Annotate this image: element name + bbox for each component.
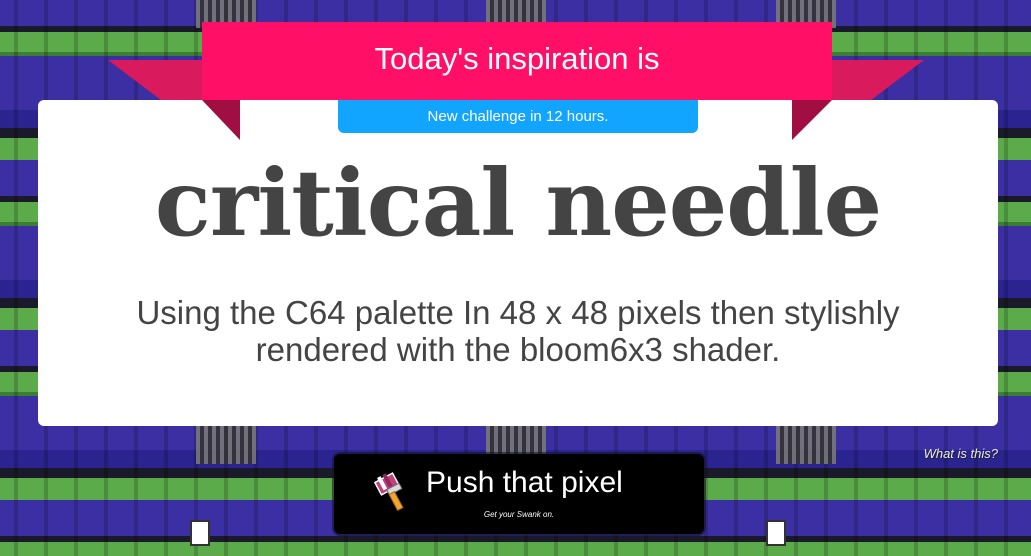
challenge-timer: New challenge in 12 hours. bbox=[338, 100, 698, 133]
what-is-this-link[interactable]: What is this? bbox=[900, 446, 998, 461]
challenge-description: Using the C64 palette In 48 x 48 pixels … bbox=[136, 294, 900, 368]
background-sprite bbox=[776, 424, 836, 464]
background-sprite bbox=[766, 520, 786, 546]
inspiration-ribbon: Today's inspiration is bbox=[202, 22, 832, 100]
paintbrush-icon bbox=[373, 472, 410, 512]
challenge-phrase: critical needle bbox=[154, 149, 882, 257]
ribbon-title: Today's inspiration is bbox=[374, 41, 660, 76]
background-sprite bbox=[196, 424, 256, 464]
cta-label: Push that pixel bbox=[426, 466, 623, 499]
background-sprite bbox=[190, 520, 210, 546]
push-that-pixel-button[interactable]: Push that pixel Get your Swank on. bbox=[334, 454, 704, 534]
cta-sub-label: Get your Swank on. bbox=[483, 510, 555, 519]
